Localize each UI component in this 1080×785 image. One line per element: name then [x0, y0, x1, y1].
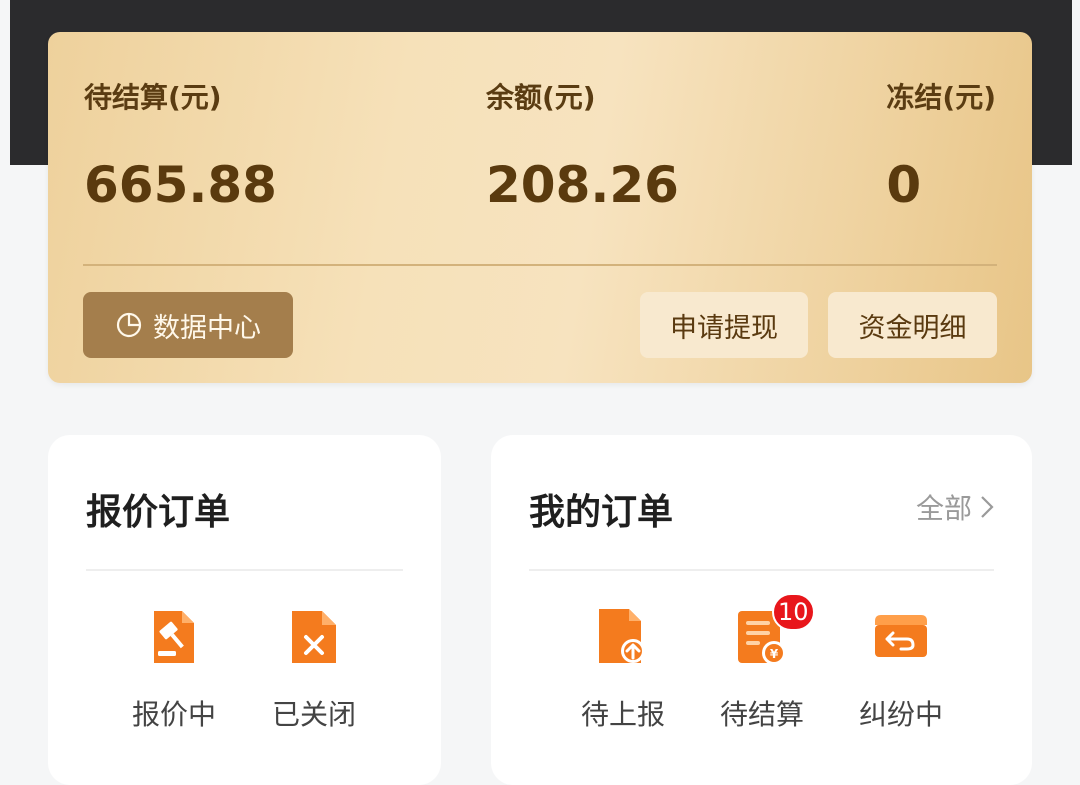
order-dispute-item[interactable]: 纠纷中: [841, 607, 961, 733]
pending-settlement-label: 待结算(元): [84, 81, 222, 114]
my-orders-card: 我的订单 全部 待上报 ¥ 10 待结算 纠纷中: [491, 435, 1032, 785]
order-pending-settlement-label: 待结算: [719, 698, 804, 731]
quote-orders-divider: [86, 569, 403, 571]
pie-chart-icon: [116, 312, 142, 338]
quote-orders-title: 报价订单: [86, 492, 231, 533]
balance-stat[interactable]: 余额(元) 208.26: [486, 76, 679, 210]
order-dispute-label: 纠纷中: [858, 698, 943, 731]
see-all-orders-link[interactable]: 全部: [916, 487, 994, 527]
quote-in-progress-label: 报价中: [131, 698, 216, 731]
order-to-report-label: 待上报: [580, 698, 665, 731]
quote-in-progress-item[interactable]: 报价中: [114, 607, 234, 733]
fund-detail-button[interactable]: 资金明细: [828, 292, 997, 358]
my-orders-divider: [529, 569, 994, 571]
frozen-value: 0: [886, 156, 922, 214]
auction-hammer-icon: [154, 611, 194, 663]
balance-label: 余额(元): [486, 81, 596, 114]
wallet-divider: [83, 264, 997, 266]
order-to-report-item[interactable]: 待上报: [563, 607, 683, 733]
svg-text:¥: ¥: [770, 647, 779, 661]
order-pending-settlement-item[interactable]: ¥ 10 待结算: [702, 593, 822, 733]
document-upload-icon: [599, 609, 645, 663]
data-center-button[interactable]: 数据中心: [83, 292, 293, 358]
withdraw-label: 申请提现: [670, 312, 778, 344]
data-center-label: 数据中心: [153, 312, 261, 344]
fund-detail-label: 资金明细: [858, 312, 967, 344]
my-orders-title: 我的订单: [529, 492, 674, 533]
document-close-icon: [292, 611, 336, 663]
frozen-label: 冻结(元): [886, 81, 996, 114]
frozen-stat[interactable]: 冻结(元) 0: [886, 76, 996, 210]
balance-value: 208.26: [486, 156, 679, 214]
return-box-icon: [875, 615, 927, 657]
wallet-card: 待结算(元) 665.88 余额(元) 208.26 冻结(元) 0 数据中心 …: [48, 32, 1032, 383]
pending-settlement-badge: 10: [772, 593, 815, 631]
pending-settlement-value: 665.88: [84, 156, 277, 214]
pending-settlement-stat[interactable]: 待结算(元) 665.88: [84, 76, 277, 210]
quote-orders-card: 报价订单 报价中 已关闭: [48, 435, 441, 785]
chevron-right-icon: [981, 496, 994, 518]
withdraw-button[interactable]: 申请提现: [640, 292, 808, 358]
see-all-label: 全部: [915, 492, 972, 525]
quote-closed-item[interactable]: 已关闭: [254, 607, 374, 733]
quote-closed-label: 已关闭: [271, 698, 356, 731]
